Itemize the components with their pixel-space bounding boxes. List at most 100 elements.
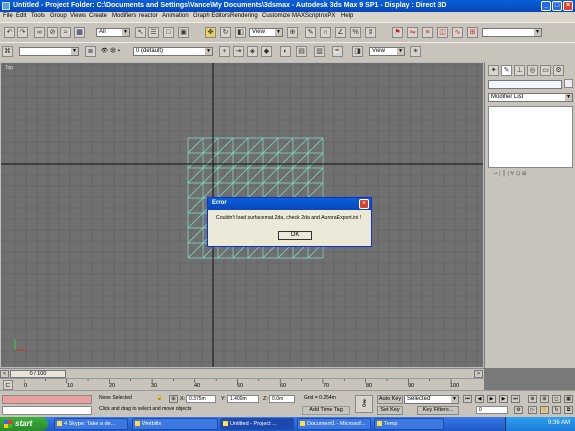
select-and-scale-icon[interactable]: ◧ [235, 27, 246, 38]
ok-button[interactable]: OK [278, 231, 312, 240]
snaps-toggle-icon[interactable]: ∩ [320, 27, 331, 38]
zoom-all-icon[interactable]: ⊞ [540, 395, 549, 403]
lock-selection-icon[interactable]: 🔒 [156, 395, 163, 401]
pivot-center-icon[interactable]: ⊕ [287, 27, 298, 38]
named-selection-sets-dropdown[interactable]: ▼ [19, 47, 79, 56]
modifier-stack[interactable] [488, 106, 573, 168]
set-key-button[interactable]: Set Key [377, 406, 403, 415]
select-by-name-icon[interactable]: ☰ [148, 27, 159, 38]
keyboard-shortcut-icon[interactable]: ⌘ [2, 46, 13, 57]
go-to-start-icon[interactable]: ⏮ [463, 395, 472, 403]
menu-reactor[interactable]: reactor [139, 13, 158, 19]
next-frame-icon[interactable]: ▶ [499, 395, 508, 403]
play-icon[interactable]: ▶ [487, 395, 496, 403]
select-link-icon[interactable]: ∞ [34, 27, 45, 38]
utilities-tab-icon[interactable]: ⚙ [553, 65, 564, 76]
select-and-move-icon[interactable]: ✥ [205, 27, 216, 38]
close-button[interactable]: × [563, 1, 573, 11]
z-coordinate-field[interactable]: 0.0m [269, 395, 295, 403]
menu-graph-editors[interactable]: Graph Editors [193, 13, 230, 19]
quick-render-icon[interactable]: ☕ [332, 46, 343, 57]
y-coordinate-field[interactable]: 1.400m [227, 395, 259, 403]
zoom-icon[interactable]: ⊕ [528, 395, 537, 403]
view-render-icon[interactable]: ◨ [352, 46, 363, 57]
set-current-layer-icon[interactable]: ◆ [261, 46, 272, 57]
maximize-button[interactable]: □ [552, 1, 562, 11]
select-object-icon[interactable]: ↖ [135, 27, 146, 38]
maxscript-listener[interactable] [2, 395, 92, 404]
active-shade-icon[interactable]: ☀ [410, 46, 421, 57]
percent-snap-icon[interactable]: % [350, 27, 361, 38]
menu-customize[interactable]: Customize [262, 13, 290, 19]
spinner-snap-icon[interactable]: ⇕ [365, 27, 376, 38]
menu-views[interactable]: Views [70, 13, 86, 19]
menu-animation[interactable]: Animation [162, 13, 189, 19]
key-filters-button[interactable]: Key Filters... [417, 406, 459, 415]
absolute-mode-icon[interactable]: ⊞ [169, 395, 178, 403]
motion-tab-icon[interactable]: ◎ [527, 65, 538, 76]
object-name-field[interactable] [488, 80, 562, 89]
curve-editor-icon[interactable]: ∿ [452, 27, 463, 38]
task-word-document[interactable]: Document1 - Microsof... [297, 418, 371, 430]
task-wetbills[interactable]: Wetbills [132, 418, 218, 430]
add-time-tag-button[interactable]: Add Time Tag [302, 406, 350, 415]
x-coordinate-field[interactable]: 0.375m [186, 395, 216, 403]
mirror-icon[interactable]: ⇋ [407, 27, 418, 38]
menu-nxpx[interactable]: nxPX [321, 13, 335, 19]
create-layer-icon[interactable]: + [219, 46, 230, 57]
render-setup-icon[interactable]: ▤ [296, 46, 307, 57]
undo-icon[interactable]: ↶ [4, 27, 15, 38]
unlink-icon[interactable]: ⊘ [47, 27, 58, 38]
menu-file[interactable]: File [3, 13, 13, 19]
start-button[interactable]: start [0, 417, 48, 431]
redo-icon[interactable]: ↷ [17, 27, 28, 38]
mini-curve-editor-icon[interactable]: ⊏ [3, 380, 13, 390]
minimize-button[interactable]: _ [541, 1, 551, 11]
auto-key-button[interactable]: Auto Key [377, 395, 403, 404]
layers-icon[interactable]: ≣ [85, 46, 96, 57]
next-frame-button[interactable]: > [474, 370, 483, 378]
task-temp-folder[interactable]: Temp [374, 418, 444, 430]
menu-edit[interactable]: Edit [16, 13, 26, 19]
angle-snap-icon[interactable]: ∠ [335, 27, 346, 38]
previous-frame-icon[interactable]: ◀ [475, 395, 484, 403]
named-selection-icon[interactable]: ⚑ [392, 27, 403, 38]
render-area-dropdown[interactable]: View ▼ [369, 47, 405, 56]
current-frame-field[interactable]: 0 [476, 406, 508, 414]
layer-dropdown[interactable]: 0 (default) ▼ [133, 47, 213, 56]
viewport-label[interactable]: Top [5, 65, 13, 71]
bind-space-warp-icon[interactable]: ≈ [60, 27, 71, 38]
hierarchy-tab-icon[interactable]: ⊥ [514, 65, 525, 76]
field-of-view-icon[interactable]: ▷ [528, 406, 537, 414]
object-color-swatch[interactable] [564, 79, 573, 88]
select-layer-objects-icon[interactable]: ◈ [247, 46, 258, 57]
menu-rendering[interactable]: Rendering [230, 13, 258, 19]
zoom-extents-icon[interactable]: ◻ [552, 395, 561, 403]
prev-frame-button[interactable]: < [0, 370, 9, 378]
maxscript-mini-listener[interactable] [2, 406, 92, 415]
align-icon[interactable]: ≡ [422, 27, 433, 38]
menu-create[interactable]: Create [89, 13, 107, 19]
select-manipulate-icon[interactable]: ✎ [305, 27, 316, 38]
task-3dsmax[interactable]: Untitled - Project ... [220, 418, 294, 430]
time-configuration-icon[interactable]: ⚙ [514, 406, 523, 414]
pan-icon[interactable]: ✋ [540, 406, 549, 414]
maximize-viewport-icon[interactable]: ⧉ [564, 406, 573, 414]
select-and-rotate-icon[interactable]: ↻ [220, 27, 231, 38]
modifier-list-dropdown[interactable]: Modifier List ▼ [488, 93, 573, 102]
menu-tools[interactable]: Tools [31, 13, 45, 19]
menu-help[interactable]: Help [341, 13, 353, 19]
create-tab-icon[interactable]: ✦ [488, 65, 499, 76]
display-tab-icon[interactable]: ▭ [540, 65, 551, 76]
add-to-layer-icon[interactable]: ⇥ [233, 46, 244, 57]
window-crossing-icon[interactable]: ▣ [178, 27, 189, 38]
menu-group[interactable]: Group [50, 13, 67, 19]
rect-selection-icon[interactable]: □ [163, 27, 174, 38]
modify-tab-icon[interactable]: ✎ [501, 65, 512, 76]
zoom-extents-all-icon[interactable]: ▦ [564, 395, 573, 403]
schematic-view-icon[interactable]: ⊞ [467, 27, 478, 38]
dialog-close-button[interactable]: × [359, 199, 369, 209]
material-editor-icon[interactable]: ◐ [280, 46, 291, 57]
layer-manager-icon[interactable]: ◫ [437, 27, 448, 38]
set-key-icon[interactable]: ⚷ [355, 395, 373, 413]
